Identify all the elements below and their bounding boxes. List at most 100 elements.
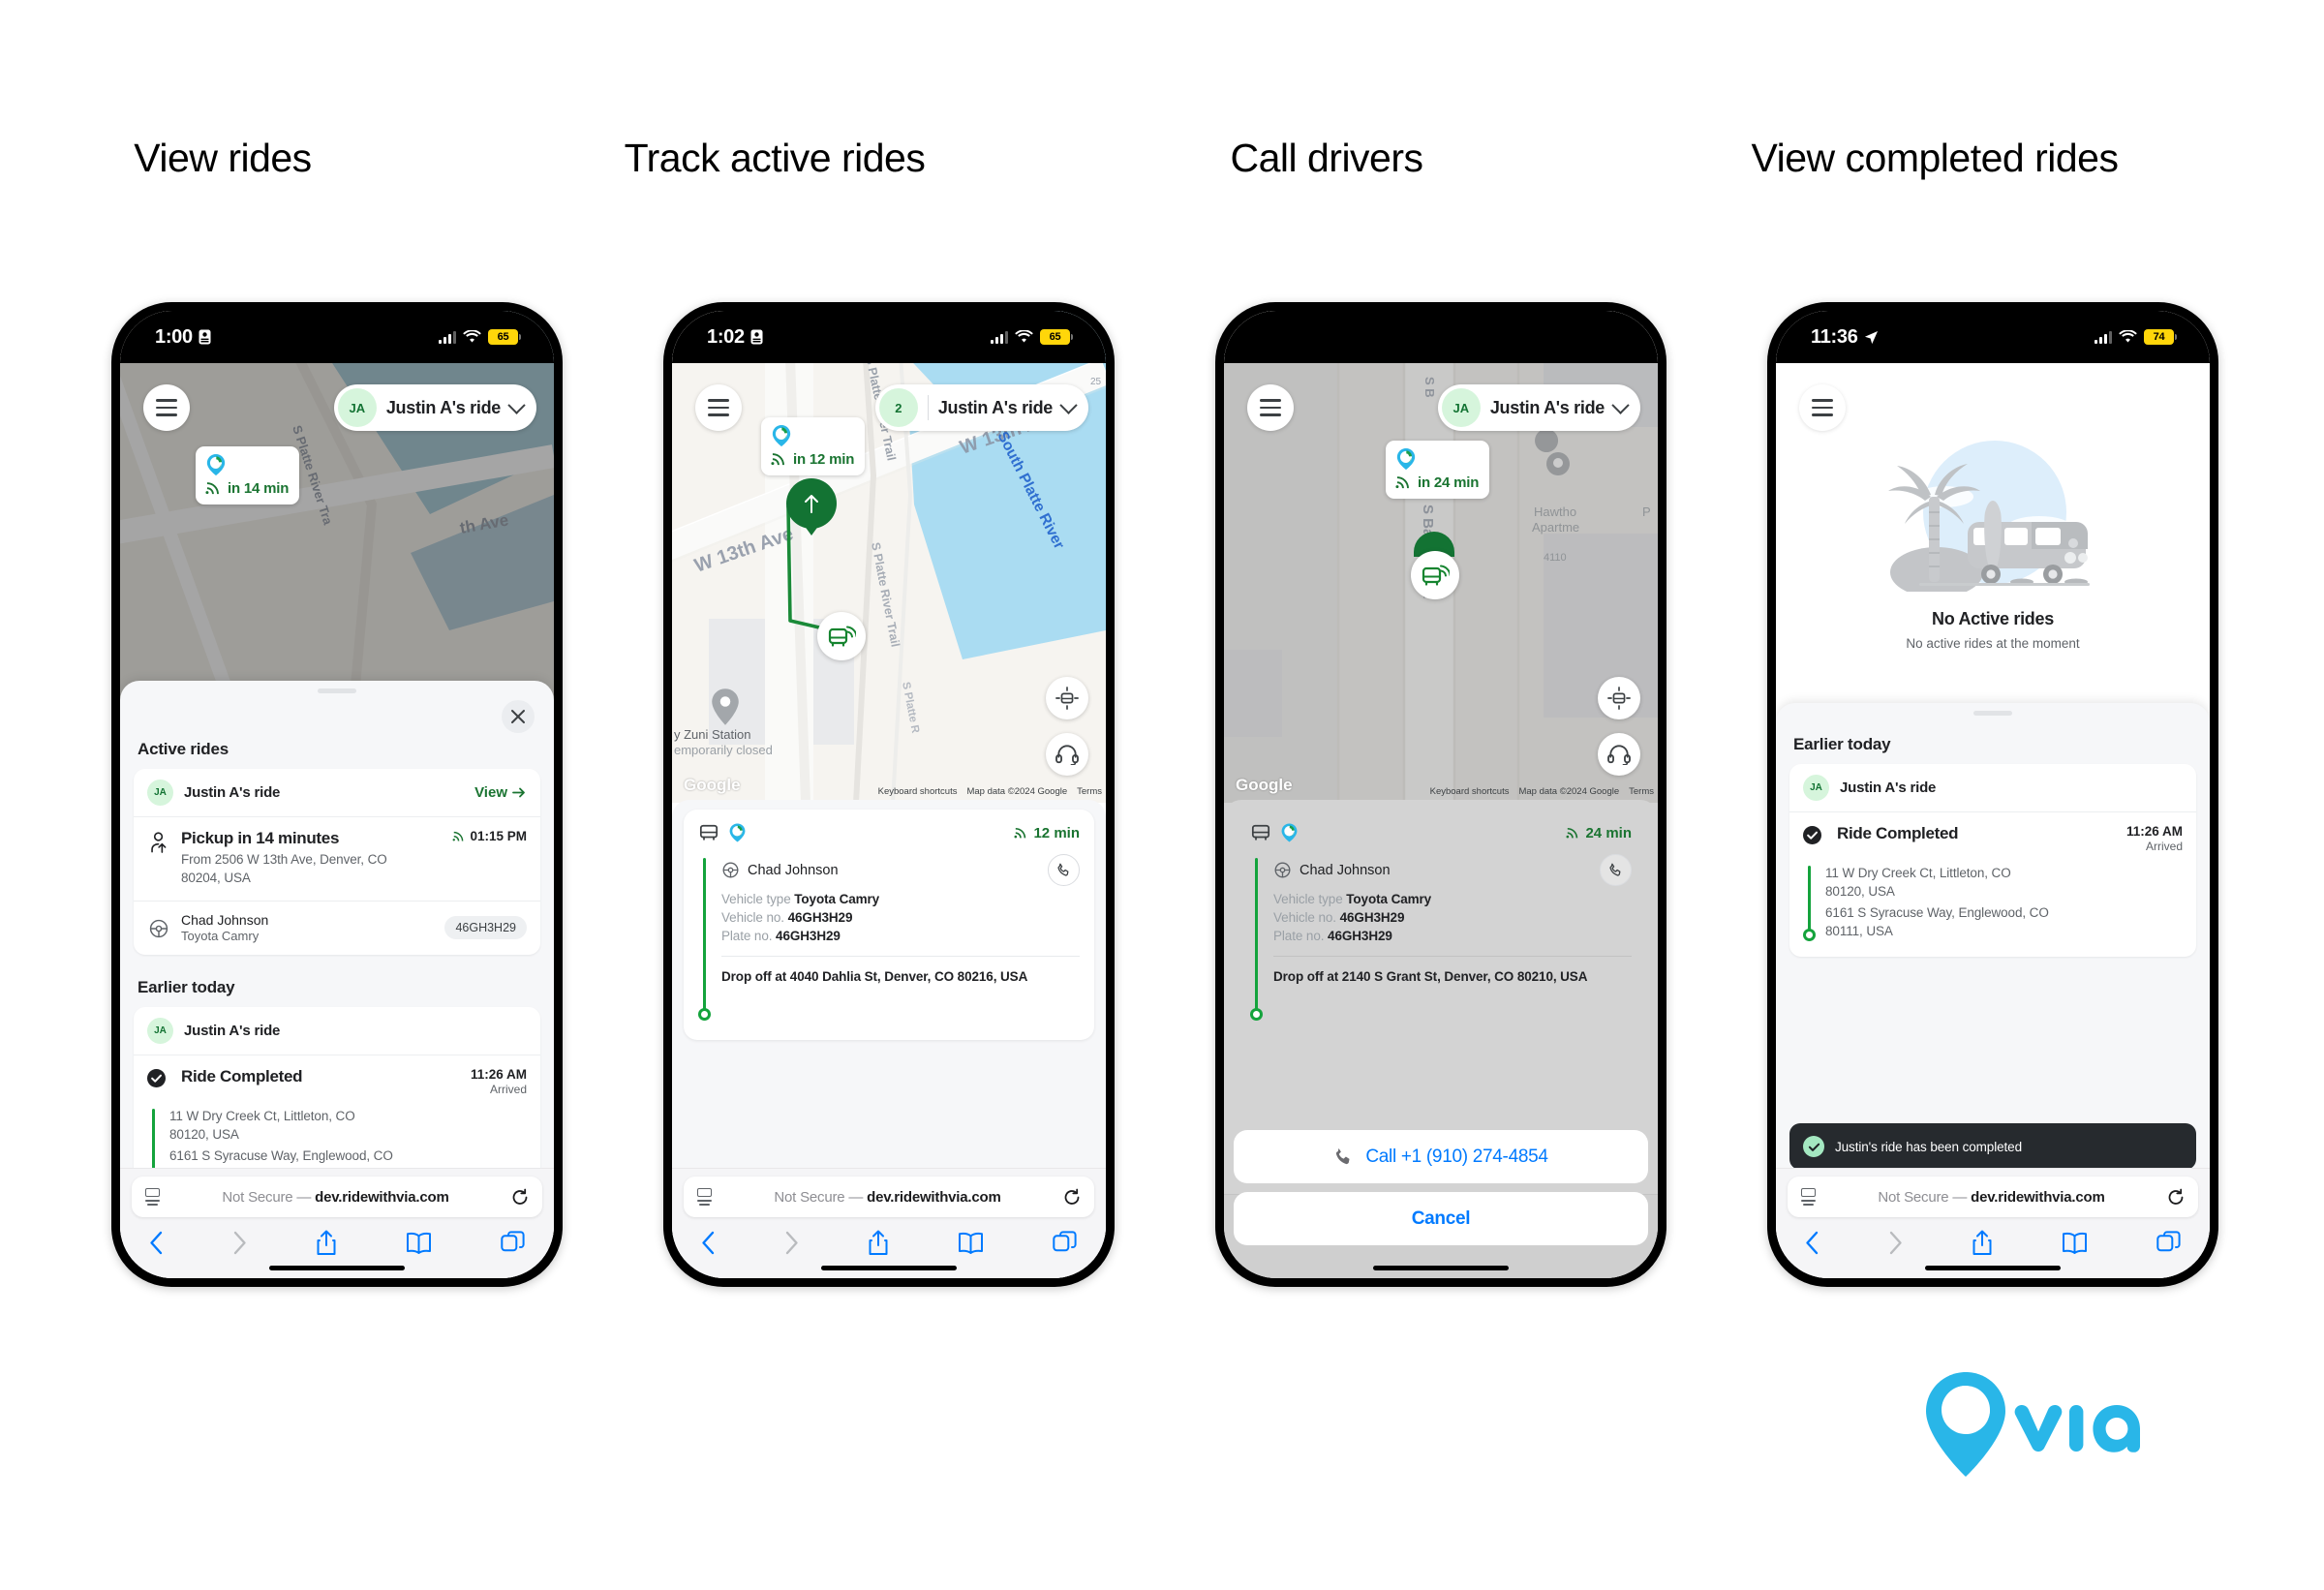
- ride-avatar: JA: [1441, 388, 1481, 427]
- phone3-cancel-button[interactable]: Cancel: [1234, 1192, 1648, 1245]
- forward-chevron-icon[interactable]: [1888, 1231, 1903, 1255]
- credit-terms[interactable]: Terms: [1629, 786, 1654, 797]
- phone4-empty-subtitle: No active rides at the moment: [1906, 636, 2080, 651]
- page-settings-icon-line: [1803, 1204, 1814, 1206]
- phone1-active-ride-card[interactable]: JA Justin A's ride View Pickup in 14 min…: [134, 769, 540, 955]
- wifi-icon: [463, 330, 481, 343]
- tabs-icon[interactable]: [1053, 1231, 1077, 1255]
- phone1-map[interactable]: S Platte River Tra th Ave JA Justin A's …: [120, 311, 554, 718]
- home-indicator: [821, 1266, 957, 1270]
- page-settings-icon[interactable]: [697, 1188, 712, 1206]
- sheet-grabber[interactable]: [318, 688, 356, 693]
- status-left: 1:02: [707, 326, 763, 349]
- battery-icon: 65: [488, 329, 521, 345]
- credit-keyboard[interactable]: Keyboard shortcuts: [1430, 786, 1510, 797]
- phone3-map-credits: Keyboard shortcuts Map data ©2024 Google…: [1430, 786, 1654, 797]
- share-icon[interactable]: [316, 1230, 337, 1256]
- hamburger-icon-line: [708, 399, 729, 402]
- timeline-line: [152, 1108, 155, 1175]
- book-icon[interactable]: [958, 1232, 984, 1254]
- vehicle-type-value: Toyota Camry: [1346, 892, 1432, 906]
- phone4-menu-button[interactable]: [1799, 384, 1846, 431]
- phone1-url-text: Not Secure — dev.ridewithvia.com: [169, 1189, 502, 1206]
- page-settings-icon[interactable]: [1801, 1188, 1816, 1206]
- share-icon[interactable]: [868, 1230, 889, 1256]
- phone2-support-button[interactable]: [1046, 733, 1088, 776]
- phone3-recenter-button[interactable]: [1598, 677, 1640, 719]
- driver-icon-col: [147, 915, 170, 939]
- phone2-menu-button[interactable]: [695, 384, 742, 431]
- back-chevron-icon[interactable]: [1805, 1231, 1819, 1255]
- credit-terms[interactable]: Terms: [1077, 786, 1102, 797]
- reload-icon[interactable]: [511, 1188, 529, 1207]
- back-chevron-icon[interactable]: [701, 1231, 716, 1255]
- column-title-call-drivers: Call drivers: [1230, 136, 1423, 180]
- reload-icon[interactable]: [1063, 1188, 1081, 1207]
- phone4-completed-time: 11:26 AM: [2125, 824, 2183, 839]
- timeline-line: [703, 858, 706, 1011]
- detail-body: Chad Johnson Vehicle type Toyota Camry V…: [1250, 854, 1632, 1021]
- arrow-right-icon: [512, 787, 525, 798]
- svg-text:Apartme: Apartme: [1532, 520, 1579, 535]
- credit-keyboard[interactable]: Keyboard shortcuts: [878, 786, 958, 797]
- completed-time-box: 11:26 AM Arrived: [2126, 824, 2183, 853]
- vehicle-no-value: 46GH3H29: [1339, 910, 1405, 925]
- phone1-completed-status: Arrived: [489, 1082, 527, 1096]
- phone4-url-bar[interactable]: Not Secure — dev.ridewithvia.com: [1788, 1177, 2198, 1217]
- phone4-earlier-today-title: Earlier today: [1793, 735, 1891, 753]
- not-secure-label: Not Secure —: [1878, 1188, 1972, 1206]
- phone2-driver-row: Chad Johnson: [721, 854, 1080, 886]
- phone2-vehicle-marker[interactable]: [817, 612, 866, 660]
- recenter-vehicle-icon: [1607, 687, 1631, 710]
- phone3-ride-selector[interactable]: JA Justin A's ride: [1437, 384, 1640, 431]
- phone3-support-button[interactable]: [1598, 733, 1640, 776]
- phone3-menu-button[interactable]: [1247, 384, 1294, 431]
- hamburger-icon-line: [1812, 413, 1833, 416]
- plate-no-label: Plate no.: [1273, 929, 1325, 943]
- phone1-url-bar[interactable]: Not Secure — dev.ridewithvia.com: [132, 1177, 542, 1217]
- via-pin-row: [205, 453, 289, 476]
- phone-track-active-rides: W 13th Ave W 13th Ave S Platte River Tra…: [663, 302, 1115, 1287]
- sheet-grabber[interactable]: [1973, 711, 2012, 716]
- reload-icon[interactable]: [2167, 1188, 2185, 1207]
- phone3-call-number-button[interactable]: Call +1 (910) 274-4854: [1234, 1130, 1648, 1183]
- support-headset-icon: [1607, 745, 1631, 765]
- phone2-recenter-button[interactable]: [1046, 677, 1088, 719]
- support-headset-icon: [1055, 745, 1079, 765]
- card-header: JA Justin A's ride: [134, 1007, 540, 1055]
- pill-divider: [927, 395, 929, 420]
- share-icon[interactable]: [1972, 1230, 1993, 1256]
- tabs-icon[interactable]: [501, 1231, 525, 1255]
- phone4-completed-ride-card[interactable]: JA Justin A's ride Ride Completed 11:26 …: [1789, 764, 2196, 957]
- forward-chevron-icon[interactable]: [784, 1231, 799, 1255]
- book-icon[interactable]: [2062, 1232, 2088, 1254]
- phone2-status-bar: 1:02 65: [672, 311, 1106, 363]
- phone1-close-button[interactable]: [502, 700, 535, 733]
- live-vehicle-icon: [1422, 565, 1450, 586]
- phone3-map[interactable]: S Bannock St Hawtho Apartme 4110 P S B: [1224, 311, 1658, 803]
- live-signal-icon: [205, 482, 219, 495]
- phone2-url-bar[interactable]: Not Secure — dev.ridewithvia.com: [684, 1177, 1094, 1217]
- forward-chevron-icon[interactable]: [232, 1231, 247, 1255]
- phone2-call-driver-button[interactable]: [1048, 854, 1080, 886]
- phone1-menu-button[interactable]: [143, 384, 190, 431]
- book-icon[interactable]: [406, 1232, 432, 1254]
- phone3-call-driver-button[interactable]: [1600, 854, 1632, 886]
- tabs-icon[interactable]: [2156, 1231, 2181, 1255]
- phone2-pickup-pin[interactable]: [786, 478, 837, 529]
- phone4-completed-addr-1: 11 W Dry Creek Ct, Littleton, CO 80120, …: [1825, 866, 2011, 900]
- phone4-empty-copy: No Active rides No active rides at the m…: [1776, 609, 2210, 651]
- google-watermark: Google: [684, 776, 741, 794]
- page-settings-icon[interactable]: [145, 1188, 160, 1206]
- via-pin-row: [771, 424, 854, 447]
- ride-avatar: JA: [147, 1017, 173, 1044]
- phone1-ride-selector[interactable]: JA Justin A's ride: [333, 384, 536, 431]
- completed-headline-row: Ride Completed 11:26 AM Arrived: [1803, 824, 2183, 853]
- back-chevron-icon[interactable]: [149, 1231, 164, 1255]
- phone1-view-link[interactable]: View: [474, 784, 527, 801]
- phone2-map[interactable]: W 13th Ave W 13th Ave S Platte River Tra…: [672, 311, 1106, 803]
- phone3-vehicle-marker[interactable]: [1411, 551, 1459, 599]
- via-pin-icon: [729, 823, 746, 842]
- phone-icon: [1057, 863, 1069, 876]
- phone2-ride-selector[interactable]: 2 Justin A's ride: [874, 384, 1088, 431]
